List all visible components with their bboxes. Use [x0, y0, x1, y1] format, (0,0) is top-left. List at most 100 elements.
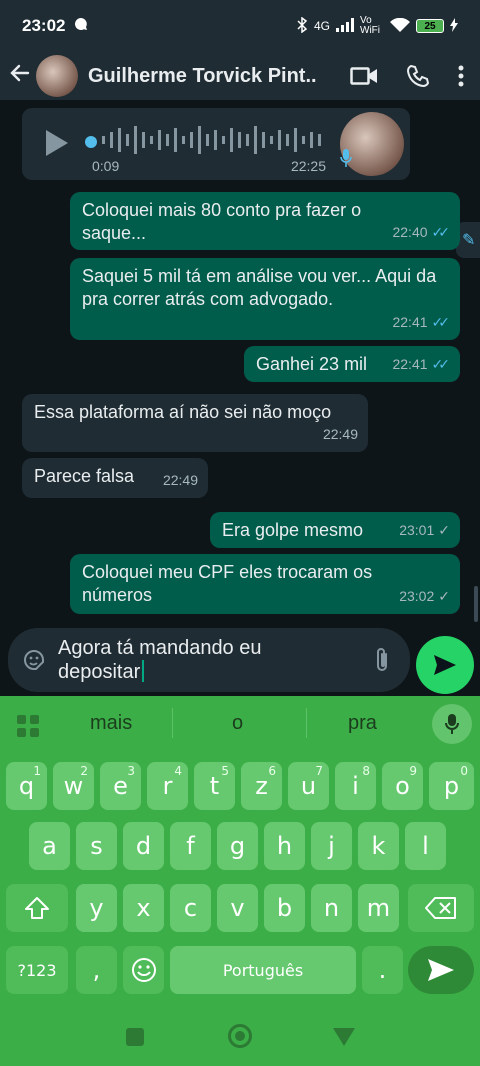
key-n[interactable]: n	[311, 884, 352, 932]
message-text: Saquei 5 mil tá em análise vou ver... Aq…	[82, 266, 437, 309]
key-s[interactable]: s	[76, 822, 117, 870]
backspace-key[interactable]	[408, 884, 474, 932]
read-receipt-icon: ✓✓	[431, 224, 451, 240]
message-input[interactable]: Agora tá mandando eu depositar	[8, 628, 410, 692]
bluetooth-icon	[296, 16, 308, 36]
message-incoming[interactable]: Essa plataforma aí não sei não moço 22:4…	[22, 394, 368, 452]
back-nav-icon[interactable]	[333, 1028, 355, 1046]
key-q[interactable]: q1	[6, 762, 47, 810]
key-m[interactable]: m	[358, 884, 399, 932]
message-outgoing[interactable]: Saquei 5 mil tá em análise vou ver... Aq…	[70, 258, 460, 340]
mic-icon	[340, 148, 352, 173]
key-x[interactable]: x	[123, 884, 164, 932]
text-caret	[142, 660, 145, 682]
key-w[interactable]: w2	[53, 762, 94, 810]
read-receipt-icon: ✓✓	[431, 314, 451, 330]
message-outgoing[interactable]: Era golpe mesmo 23:01 ✓	[210, 512, 460, 548]
key-y[interactable]: y	[76, 884, 117, 932]
message-time: 22:49	[162, 472, 198, 488]
message-text: Coloquei mais 80 conto pra fazer o saque…	[82, 200, 362, 243]
send-icon	[434, 655, 456, 675]
network-label: 4G	[313, 19, 330, 33]
symbols-key[interactable]: ?123	[6, 946, 68, 994]
message-outgoing[interactable]: Ganhei 23 mil 22:41 ✓✓	[244, 346, 460, 382]
comma-key[interactable]: ,	[76, 946, 117, 994]
message-incoming[interactable]: Parece falsa 22:49	[22, 458, 208, 498]
message-outgoing[interactable]: Coloquei meu CPF eles trocaram os número…	[70, 554, 460, 614]
key-h[interactable]: h	[264, 822, 305, 870]
sent-check-icon: ✓	[438, 588, 450, 604]
key-f[interactable]: f	[170, 822, 211, 870]
home-icon[interactable]	[228, 1024, 252, 1048]
suggestion-2[interactable]: o	[232, 712, 243, 735]
wifi-icon	[390, 17, 410, 35]
key-l[interactable]: l	[405, 822, 446, 870]
chat-header: Guilherme Torvick Pint...	[0, 52, 480, 100]
key-o[interactable]: o9	[382, 762, 423, 810]
key-u[interactable]: u7	[288, 762, 329, 810]
shift-key[interactable]	[6, 884, 68, 932]
key-j[interactable]: j	[311, 822, 352, 870]
send-button[interactable]	[416, 636, 474, 694]
input-line-1: Agora tá mandando eu	[58, 637, 262, 659]
voice-call-icon[interactable]	[406, 64, 430, 88]
attach-icon[interactable]	[372, 646, 392, 679]
read-receipt-icon: ✓✓	[431, 356, 451, 372]
message-text: Essa plataforma aí não sei não moço	[34, 402, 332, 422]
contact-name[interactable]: Guilherme Torvick Pint...	[88, 65, 318, 88]
key-v[interactable]: v	[217, 884, 258, 932]
key-b[interactable]: b	[264, 884, 305, 932]
emoji-key[interactable]	[123, 946, 164, 994]
more-options-icon[interactable]	[458, 65, 464, 87]
key-d[interactable]: d	[123, 822, 164, 870]
sent-check-icon: ✓	[438, 522, 450, 538]
keyboard-send-key[interactable]	[408, 946, 474, 994]
message-time: 23:02	[399, 588, 435, 604]
shift-icon	[25, 897, 49, 919]
key-r[interactable]: r4	[147, 762, 188, 810]
suggestion-3[interactable]: pra	[348, 712, 377, 735]
key-k[interactable]: k	[358, 822, 399, 870]
key-c[interactable]: c	[170, 884, 211, 932]
key-p[interactable]: p0	[429, 762, 474, 810]
chat-area[interactable]: 0:09 22:25 ✎ Coloquei mais 80 conto pra …	[0, 100, 480, 696]
suggestion-strip: mais o pra	[0, 696, 480, 754]
back-arrow-icon[interactable]	[8, 61, 36, 92]
period-key[interactable]: .	[362, 946, 403, 994]
key-g[interactable]: g	[217, 822, 258, 870]
space-bar[interactable]: Português	[170, 946, 356, 994]
message-time: 22:49	[322, 426, 358, 442]
charging-icon	[450, 17, 458, 35]
voice-input-icon[interactable]	[432, 704, 472, 744]
recents-icon[interactable]	[126, 1028, 144, 1046]
message-outgoing[interactable]: Coloquei mais 80 conto pra fazer o saque…	[70, 192, 460, 250]
message-input-text[interactable]: Agora tá mandando eu depositar	[58, 636, 358, 684]
voice-message[interactable]: 0:09 22:25	[22, 108, 410, 180]
play-icon[interactable]	[46, 130, 68, 156]
message-time: 22:41	[392, 356, 428, 372]
contact-avatar[interactable]	[36, 55, 78, 97]
key-a[interactable]: a	[29, 822, 70, 870]
status-time: 23:02	[22, 16, 66, 35]
backspace-icon	[425, 897, 456, 919]
suggestion-divider	[306, 708, 307, 738]
key-i[interactable]: i8	[335, 762, 376, 810]
status-bar: 23:02 4G Vo WiFi 25	[0, 0, 480, 52]
scrollbar[interactable]	[474, 586, 478, 622]
playback-position-dot[interactable]	[85, 136, 97, 148]
key-e[interactable]: e3	[100, 762, 141, 810]
message-text: Coloquei meu CPF eles trocaram os número…	[82, 562, 373, 605]
composer-bar: Agora tá mandando eu depositar	[0, 622, 480, 696]
sticker-icon[interactable]	[22, 648, 46, 677]
soft-keyboard: mais o pra q1 w2 e3 r4 t5 z6 u7 i8 o9 p0…	[0, 696, 480, 1002]
key-t[interactable]: t5	[194, 762, 235, 810]
video-call-icon[interactable]	[350, 65, 378, 87]
system-nav-bar	[0, 1002, 480, 1066]
suggestion-divider	[172, 708, 173, 738]
suggestion-1[interactable]: mais	[90, 712, 132, 735]
key-z[interactable]: z6	[241, 762, 282, 810]
battery-level: 25	[416, 19, 444, 33]
message-time: 22:40	[392, 224, 428, 240]
apps-grid-icon[interactable]	[16, 714, 40, 743]
send-arrow-icon	[428, 959, 454, 981]
